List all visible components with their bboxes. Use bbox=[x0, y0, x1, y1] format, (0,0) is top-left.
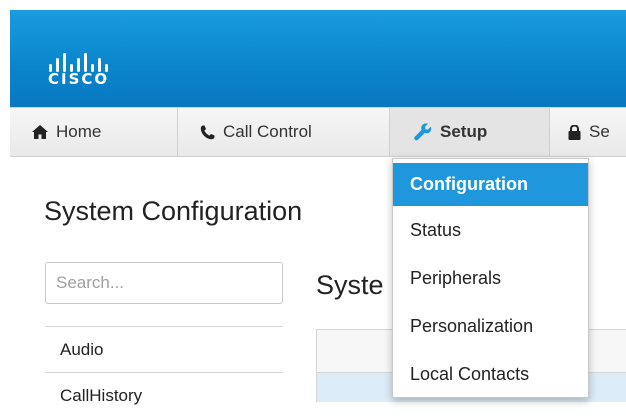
menu-item-status[interactable]: Status bbox=[393, 210, 588, 250]
nav-call-control[interactable]: Call Control bbox=[178, 108, 390, 156]
search-input[interactable] bbox=[45, 262, 283, 304]
page-title: System Configuration bbox=[44, 196, 303, 226]
home-icon bbox=[32, 125, 48, 139]
wrench-icon bbox=[414, 123, 432, 141]
sidebar-item-audio[interactable]: Audio bbox=[45, 326, 283, 372]
top-header: CISCO bbox=[10, 10, 626, 107]
section-title: Syste bbox=[316, 270, 384, 300]
menu-item-personalization[interactable]: Personalization bbox=[393, 306, 588, 346]
cisco-logo-text: CISCO bbox=[48, 70, 110, 88]
nav-setup[interactable]: Setup bbox=[390, 108, 550, 156]
nav-call-control-label: Call Control bbox=[223, 122, 312, 141]
main-nav: Home Call Control Setup Se bbox=[10, 107, 626, 157]
nav-home[interactable]: Home bbox=[10, 108, 178, 156]
phone-icon bbox=[200, 125, 215, 139]
setup-dropdown-menu: Configuration Status Peripherals Persona… bbox=[392, 158, 589, 398]
nav-home-label: Home bbox=[56, 122, 102, 141]
menu-item-peripherals[interactable]: Peripherals bbox=[393, 258, 588, 298]
menu-item-local-contacts[interactable]: Local Contacts bbox=[393, 354, 588, 394]
nav-security[interactable]: Se bbox=[550, 108, 626, 156]
sidebar-item-callhistory[interactable]: CallHistory bbox=[45, 372, 283, 418]
lock-icon bbox=[568, 124, 581, 140]
sidebar-list: Audio CallHistory bbox=[45, 326, 283, 418]
menu-item-configuration[interactable]: Configuration bbox=[393, 163, 588, 206]
nav-security-label: Se bbox=[589, 122, 610, 141]
nav-setup-label: Setup bbox=[440, 122, 488, 141]
